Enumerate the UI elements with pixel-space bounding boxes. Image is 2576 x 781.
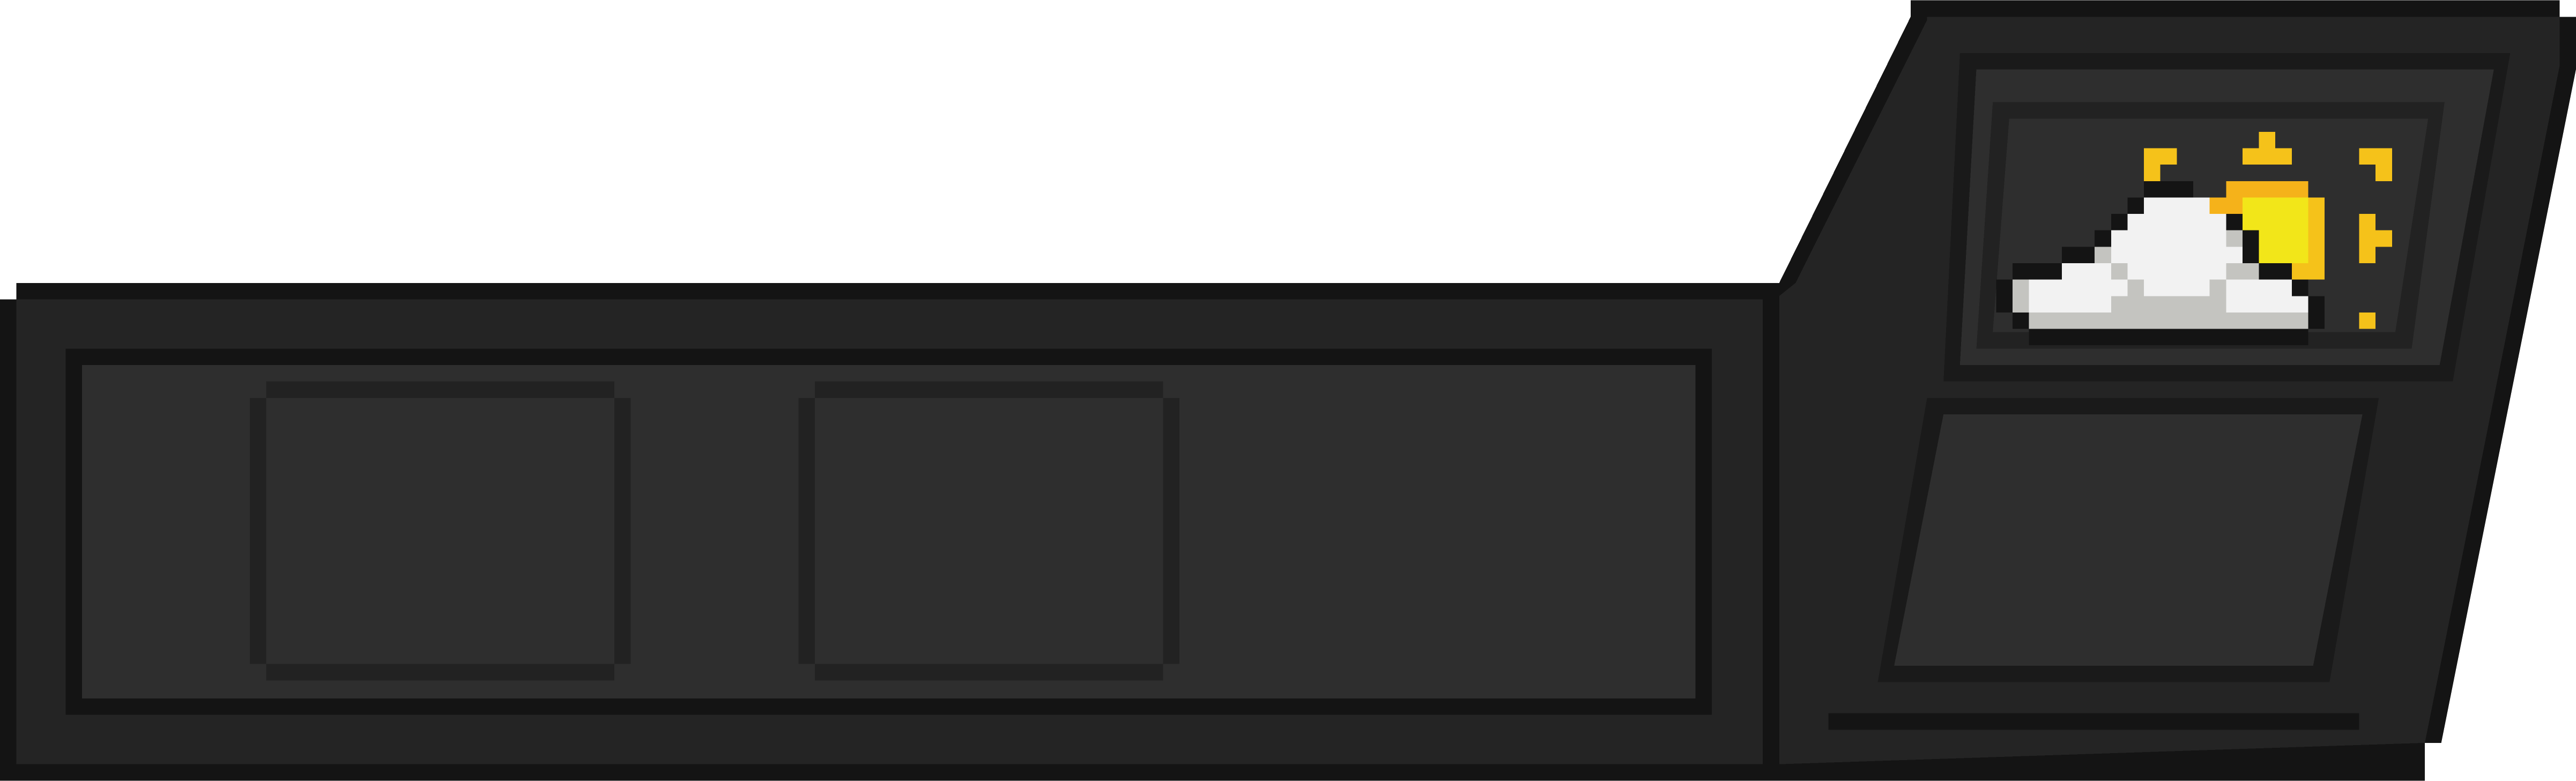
info-panel [1766, 0, 2576, 781]
inventory-slot[interactable] [249, 381, 631, 681]
game-hud [0, 0, 2576, 781]
lower-display [1894, 414, 2363, 666]
inventory-slot[interactable] [798, 381, 1180, 681]
hud-canvas [0, 0, 2576, 781]
inventory-slot[interactable] [1215, 381, 1660, 681]
